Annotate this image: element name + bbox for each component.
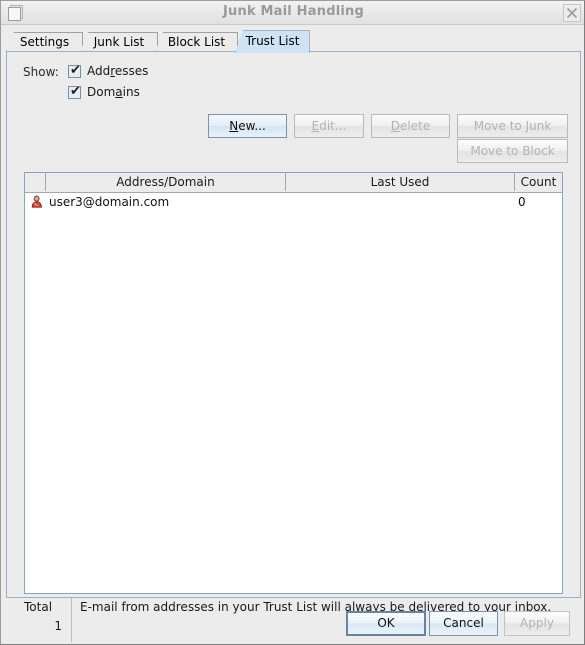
tab-trust-list[interactable]: Trust List xyxy=(235,30,310,53)
label-part: elete xyxy=(400,119,431,133)
move-to-junk-button[interactable]: Move to Junk xyxy=(457,114,568,138)
table-header-row: Address/Domain Last Used Count xyxy=(25,173,562,193)
checkbox-box[interactable]: ✔ xyxy=(68,63,81,78)
contact-icon xyxy=(30,195,44,209)
trust-list-table[interactable]: Address/Domain Last Used Count user3@dom… xyxy=(24,172,563,594)
trust-list-panel: Show: ✔ Addresses ✔ Domains New... Edit.… xyxy=(6,51,581,642)
move-to-block-button[interactable]: Move to Block xyxy=(457,139,568,163)
tab-label: Settings xyxy=(19,35,70,49)
close-icon[interactable] xyxy=(563,4,581,22)
cancel-button[interactable]: Cancel xyxy=(429,611,498,636)
footer-divider xyxy=(71,598,72,642)
label-mnemonic: N xyxy=(229,119,239,133)
new-button[interactable]: New... xyxy=(208,114,287,138)
checkbox-domains-label: Domains xyxy=(87,85,140,99)
tab-label: Junk List xyxy=(93,35,145,49)
button-label: Apply xyxy=(520,616,554,630)
window-title: Junk Mail Handling xyxy=(223,4,364,19)
checkbox-addresses-label: Addresses xyxy=(87,64,148,78)
table-row[interactable]: user3@domain.com 0 xyxy=(25,193,562,211)
tab-strip: Settings Junk List Block List Trust List xyxy=(6,30,581,53)
label-mnemonic: D xyxy=(390,119,401,133)
cell-count: 0 xyxy=(518,195,526,209)
cell-address-domain: user3@domain.com xyxy=(49,195,170,209)
label-part: esses xyxy=(114,64,149,78)
junk-mail-handling-dialog: Junk Mail Handling Settings Junk List Bl… xyxy=(0,0,585,645)
button-label: Move to Junk xyxy=(473,119,552,133)
ok-button[interactable]: OK xyxy=(346,611,426,636)
edit-button[interactable]: Edit... xyxy=(294,114,364,138)
column-header-address-domain[interactable]: Address/Domain xyxy=(46,173,286,191)
apply-button[interactable]: Apply xyxy=(504,611,570,636)
tab-settings[interactable]: Settings xyxy=(6,32,83,52)
total-value: 1 xyxy=(54,619,62,633)
total-label: Total xyxy=(24,600,53,614)
tab-label: Block List xyxy=(167,35,226,49)
check-icon: ✔ xyxy=(70,84,81,99)
title-bar: Junk Mail Handling xyxy=(1,1,584,25)
button-label: Cancel xyxy=(443,616,484,630)
label-part: Add xyxy=(87,64,111,78)
button-label: OK xyxy=(377,616,395,630)
button-label: Move to Block xyxy=(470,144,555,158)
label-mnemonic: a xyxy=(115,85,123,99)
column-header-count[interactable]: Count xyxy=(515,173,562,191)
label-part: Dom xyxy=(87,85,116,99)
label-part: ins xyxy=(122,85,140,99)
button-label: Delete xyxy=(391,120,430,132)
tab-block-list[interactable]: Block List xyxy=(155,32,238,52)
checkbox-box[interactable]: ✔ xyxy=(68,84,81,99)
tab-junk-list[interactable]: Junk List xyxy=(80,32,158,52)
column-header-last-used[interactable]: Last Used xyxy=(286,173,515,191)
check-icon: ✔ xyxy=(70,63,81,78)
tab-label: Trust List xyxy=(245,34,300,48)
button-label: New... xyxy=(229,120,266,132)
label-part: dit... xyxy=(319,119,347,133)
button-label: Edit... xyxy=(312,120,347,132)
delete-button[interactable]: Delete xyxy=(371,114,450,138)
column-header-icon[interactable] xyxy=(25,173,46,191)
label-part: ew... xyxy=(238,119,266,133)
show-label: Show: xyxy=(23,65,59,79)
